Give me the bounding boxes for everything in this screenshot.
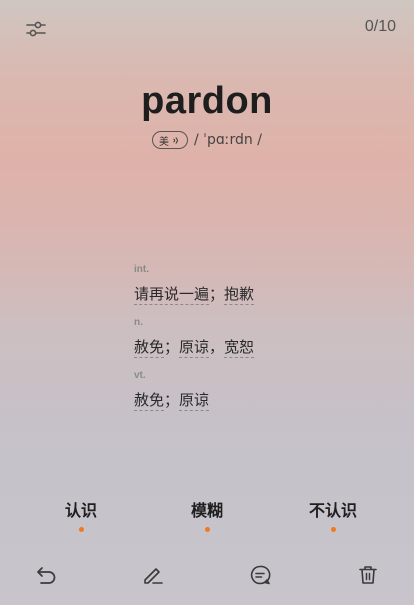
meaning-separator: ； xyxy=(209,285,225,303)
word-title: pardon xyxy=(141,80,273,122)
edit-button[interactable] xyxy=(138,560,168,590)
meaning-text: 原谅 xyxy=(179,391,210,411)
indicator-dot xyxy=(78,527,84,532)
meaning-separator: ； xyxy=(164,338,180,356)
pronounce-button[interactable]: 美 xyxy=(152,131,189,149)
pos-label: vt. xyxy=(134,370,146,381)
indicator-dot xyxy=(204,527,210,532)
speaker-icon xyxy=(173,136,178,144)
meaning-text: 赦免 xyxy=(134,391,165,411)
definitions-list: int. 请再说一遍；抱歉 n. 赦免；原谅，宽恕 vt. 赦免；原谅 xyxy=(134,264,255,423)
sliders-icon xyxy=(26,21,46,37)
comment-button[interactable] xyxy=(245,560,275,590)
pos-label: int. xyxy=(134,264,149,275)
meaning-separator: ， xyxy=(209,338,225,356)
bottom-toolbar xyxy=(0,560,414,590)
meaning-text: 请再说一遍 xyxy=(134,285,210,305)
meaning-text: 宽恕 xyxy=(224,338,255,358)
meaning-text: 抱歉 xyxy=(224,285,255,305)
vague-label: 模糊 xyxy=(190,501,223,520)
meaning-text: 原谅 xyxy=(179,338,210,358)
region-label: 美 xyxy=(159,136,170,148)
vague-button[interactable]: 模糊 xyxy=(162,497,252,532)
trash-icon xyxy=(359,566,377,584)
definition-line: 请再说一遍；抱歉 xyxy=(134,283,255,305)
delete-button[interactable] xyxy=(353,560,383,590)
know-label: 认识 xyxy=(64,501,97,520)
indicator-dot xyxy=(330,527,336,532)
undo-button[interactable] xyxy=(32,560,62,590)
progress-counter: 0/10 xyxy=(364,18,396,35)
comment-icon xyxy=(250,565,271,585)
phonetic-row: 美 / ˈpɑːrdn / xyxy=(0,131,414,149)
know-button[interactable]: 认识 xyxy=(36,497,126,532)
definition-line: 赦免；原谅 xyxy=(134,389,254,411)
phonetic-text: / ˈpɑːrdn / xyxy=(194,132,262,148)
undo-icon xyxy=(37,567,56,584)
definition-line: 赦免；原谅，宽恕 xyxy=(134,336,255,358)
answer-bar: 认识 模糊 不认识 xyxy=(0,497,414,532)
meaning-separator: ； xyxy=(164,391,180,409)
pencil-icon xyxy=(144,568,163,584)
settings-button[interactable] xyxy=(22,16,50,42)
unknown-label: 不认识 xyxy=(308,501,357,520)
unknown-button[interactable]: 不认识 xyxy=(288,497,378,532)
pos-label: n. xyxy=(134,317,143,328)
meaning-text: 赦免 xyxy=(134,338,165,358)
